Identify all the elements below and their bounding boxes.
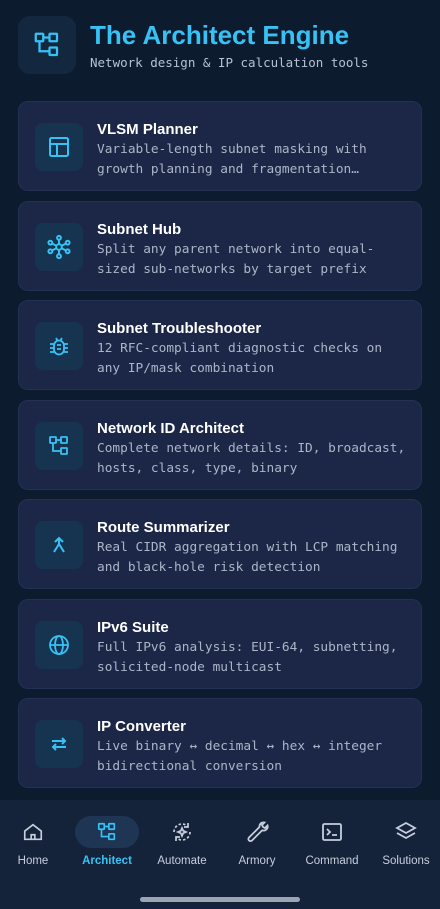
tool-description: 12 RFC-compliant diagnostic checks on an… <box>97 341 383 376</box>
automation-icon <box>150 816 214 848</box>
tool-title: Subnet Troubleshooter <box>97 320 262 337</box>
nav-label: Architect <box>82 855 132 867</box>
tool-card-subnet-hub[interactable]: Subnet Hub Split any parent network into… <box>18 200 422 291</box>
tool-list: VLSM Planner Variable-length subnet mask… <box>18 101 422 798</box>
tool-description: Full IPv6 analysis: EUI-64, subnetting, … <box>97 639 398 675</box>
tool-card-subnet-troubleshooter[interactable]: Subnet Troubleshooter 12 RFC-compliant d… <box>18 300 422 390</box>
table-layout-icon <box>35 123 83 171</box>
network-tree-icon <box>75 816 139 848</box>
nav-item-architect[interactable]: Architect <box>70 800 144 880</box>
tool-card-ipv6-suite[interactable]: IPv6 Suite Full IPv6 analysis: EUI-64, s… <box>18 598 422 689</box>
home-icon <box>1 816 65 848</box>
tool-description: Real CIDR aggregation with LCP matching … <box>97 540 398 575</box>
nav-label: Solutions <box>382 855 430 867</box>
nav-label: Command <box>305 855 359 867</box>
nav-label: Automate <box>157 855 207 867</box>
tool-card-route-summarizer[interactable]: Route Summarizer Real CIDR aggregation w… <box>18 499 422 589</box>
nav-label: Home <box>17 855 49 867</box>
tool-description: Variable-length subnet masking with grow… <box>97 142 367 177</box>
tool-description: Split any parent network into equal-size… <box>97 241 375 277</box>
tool-title: VLSM Planner <box>97 121 198 138</box>
bug-icon <box>35 322 83 370</box>
tool-description: Live binary ↔ decimal ↔ hex ↔ integer bi… <box>97 739 383 774</box>
merge-icon <box>35 521 83 569</box>
nav-item-automate[interactable]: Automate <box>145 800 219 880</box>
network-tree-icon <box>18 16 76 74</box>
tool-title: Subnet Hub <box>97 220 182 238</box>
tool-title: Network ID Architect <box>97 419 244 437</box>
layers-icon <box>374 816 438 848</box>
wrench-icon <box>225 816 289 848</box>
tool-title: IPv6 Suite <box>97 618 169 636</box>
tool-title: IP Converter <box>97 718 186 735</box>
nav-item-command[interactable]: Command <box>295 800 369 880</box>
hub-icon <box>35 222 83 271</box>
globe-icon <box>35 620 83 669</box>
tool-card-network-id-architect[interactable]: Network ID Architect Complete network de… <box>18 399 422 490</box>
tool-title: Route Summarizer <box>97 519 230 536</box>
terminal-icon <box>300 816 364 848</box>
app-subtitle: Network design & IP calculation tools <box>90 55 369 70</box>
nav-item-armory[interactable]: Armory <box>220 800 294 880</box>
nav-item-solutions[interactable]: Solutions <box>369 800 440 880</box>
app-header: The Architect Engine Network design & IP… <box>18 16 430 76</box>
swap-arrows-icon <box>35 720 83 768</box>
network-tree-icon <box>35 421 83 470</box>
tool-card-ip-converter[interactable]: IP Converter Live binary ↔ decimal ↔ hex… <box>18 698 422 788</box>
nav-label: Armory <box>238 855 276 867</box>
nav-item-home[interactable]: Home <box>0 800 70 880</box>
tool-description: Complete network details: ID, broadcast,… <box>97 440 406 476</box>
home-indicator[interactable] <box>140 897 300 902</box>
app-title: The Architect Engine <box>90 20 350 50</box>
bottom-navigation: Home Architect Automate Armory Command S… <box>0 800 440 909</box>
tool-card-vlsm-planner[interactable]: VLSM Planner Variable-length subnet mask… <box>18 101 422 191</box>
